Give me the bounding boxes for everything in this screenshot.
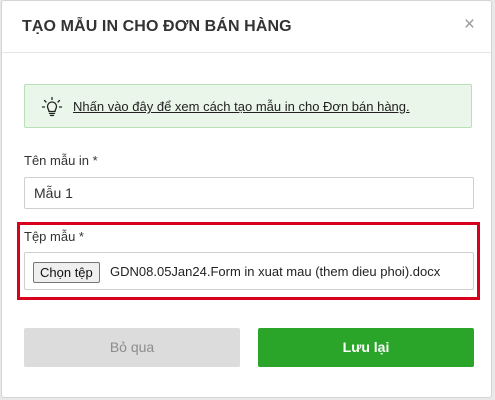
help-hint-box: Nhấn vào đây để xem cách tạo mẫu in cho … [24,84,472,128]
dialog-title: TẠO MẪU IN CHO ĐƠN BÁN HÀNG [22,18,292,35]
cancel-button[interactable]: Bỏ qua [24,328,240,367]
create-print-template-dialog: TẠO MẪU IN CHO ĐƠN BÁN HÀNG × Nhấn vào đ… [1,0,492,398]
lightbulb-icon [41,96,63,117]
choose-file-button[interactable]: Chọn tệp [33,262,100,283]
template-name-input[interactable] [24,177,474,209]
help-link[interactable]: Nhấn vào đây để xem cách tạo mẫu in cho … [73,99,410,114]
save-button[interactable]: Lưu lại [258,328,474,367]
dialog-header: TẠO MẪU IN CHO ĐƠN BÁN HÀNG × [2,1,491,53]
template-file-label: Tệp mẫu * [24,229,84,244]
template-file-input[interactable]: Chọn tệp GDN08.05Jan24.Form in xuat mau … [24,252,474,290]
selected-file-name: GDN08.05Jan24.Form in xuat mau (them die… [110,264,441,279]
close-icon[interactable]: × [464,15,475,35]
template-name-label: Tên mẫu in * [24,153,98,168]
